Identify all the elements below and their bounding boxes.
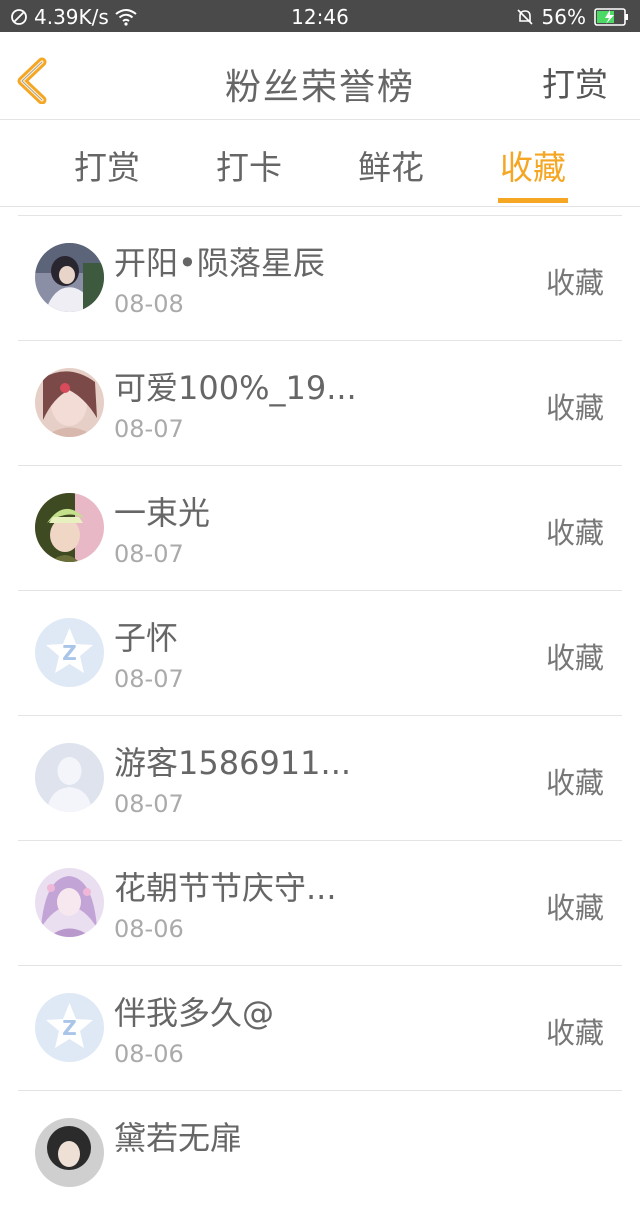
fan-date: 08-06 (114, 915, 184, 943)
fan-date: 08-06 (114, 1040, 184, 1068)
status-right: 56% (516, 5, 630, 29)
fan-action: 收藏 (545, 391, 604, 425)
fan-action: 收藏 (545, 516, 604, 550)
avatar: Z (35, 993, 104, 1062)
avatar (35, 368, 104, 437)
battery-charging-icon (594, 8, 630, 26)
fan-name: 开阳•陨落星辰 (114, 244, 325, 282)
list-item[interactable]: Z 伴我多久@ 08-06 收藏 (18, 966, 622, 1091)
avatar (35, 243, 104, 312)
fan-action: 收藏 (545, 1016, 604, 1050)
list-item[interactable]: 花朝节节庆守... 08-06 收藏 (18, 841, 622, 966)
reward-button[interactable]: 打赏 (542, 58, 608, 106)
fan-date: 08-08 (114, 290, 184, 318)
fan-name: 子怀 (114, 619, 179, 657)
list-item[interactable]: 开阳•陨落星辰 08-08 收藏 (18, 216, 622, 341)
list-item[interactable]: 游客1586911... 08-07 收藏 (18, 716, 622, 841)
avatar (35, 868, 104, 937)
tab-bar: 打赏 打卡 鲜花 收藏 (0, 121, 640, 207)
tab-favorites[interactable]: 收藏 (498, 141, 568, 203)
fan-name: 花朝节节庆守... (114, 869, 337, 907)
tab-reward[interactable]: 打赏 (72, 141, 142, 201)
tab-flowers[interactable]: 鲜花 (356, 141, 426, 201)
avatar (35, 493, 104, 562)
bell-off-icon (516, 8, 534, 26)
fan-action: 收藏 (545, 891, 604, 925)
fan-list: 开阳•陨落星辰 08-08 收藏 可爱100%_19... 08-07 收藏 一… (18, 215, 622, 1216)
qq-default-avatar-icon: Z (35, 993, 104, 1062)
fan-date: 08-07 (114, 790, 184, 818)
tab-label: 鲜花 (358, 148, 424, 187)
fan-action: 收藏 (545, 266, 604, 300)
qq-default-avatar-icon: Z (35, 618, 104, 687)
list-item[interactable]: Z 子怀 08-07 收藏 (18, 591, 622, 716)
fan-name: 可爱100%_19... (114, 369, 357, 407)
list-item[interactable]: 一束光 08-07 收藏 (18, 466, 622, 591)
avatar (35, 1118, 104, 1187)
active-tab-indicator (498, 198, 568, 203)
list-item[interactable]: 可爱100%_19... 08-07 收藏 (18, 341, 622, 466)
fan-name: 游客1586911... (114, 744, 352, 782)
list-item[interactable]: 黛若无扉 (18, 1091, 622, 1216)
fan-action: 收藏 (545, 641, 604, 675)
status-bar: 4.39K/s 12:46 56% (0, 0, 640, 32)
fan-name: 黛若无扉 (114, 1119, 243, 1157)
fan-name: 伴我多久@ (114, 994, 275, 1032)
fan-date: 08-07 (114, 665, 184, 693)
nav-bar: 粉丝荣誉榜 打赏 (0, 32, 640, 120)
avatar (35, 743, 104, 812)
fan-name: 一束光 (114, 494, 211, 532)
svg-text:Z: Z (62, 641, 77, 665)
fan-action: 收藏 (545, 766, 604, 800)
tab-checkin[interactable]: 打卡 (214, 141, 284, 201)
tab-label: 收藏 (500, 148, 566, 187)
default-person-icon (35, 743, 104, 812)
battery-percent: 56% (541, 5, 586, 29)
tab-label: 打卡 (216, 148, 282, 187)
fan-date: 08-07 (114, 415, 184, 443)
fan-date: 08-07 (114, 540, 184, 568)
svg-text:Z: Z (62, 1016, 77, 1040)
avatar: Z (35, 618, 104, 687)
tab-label: 打赏 (74, 148, 140, 187)
